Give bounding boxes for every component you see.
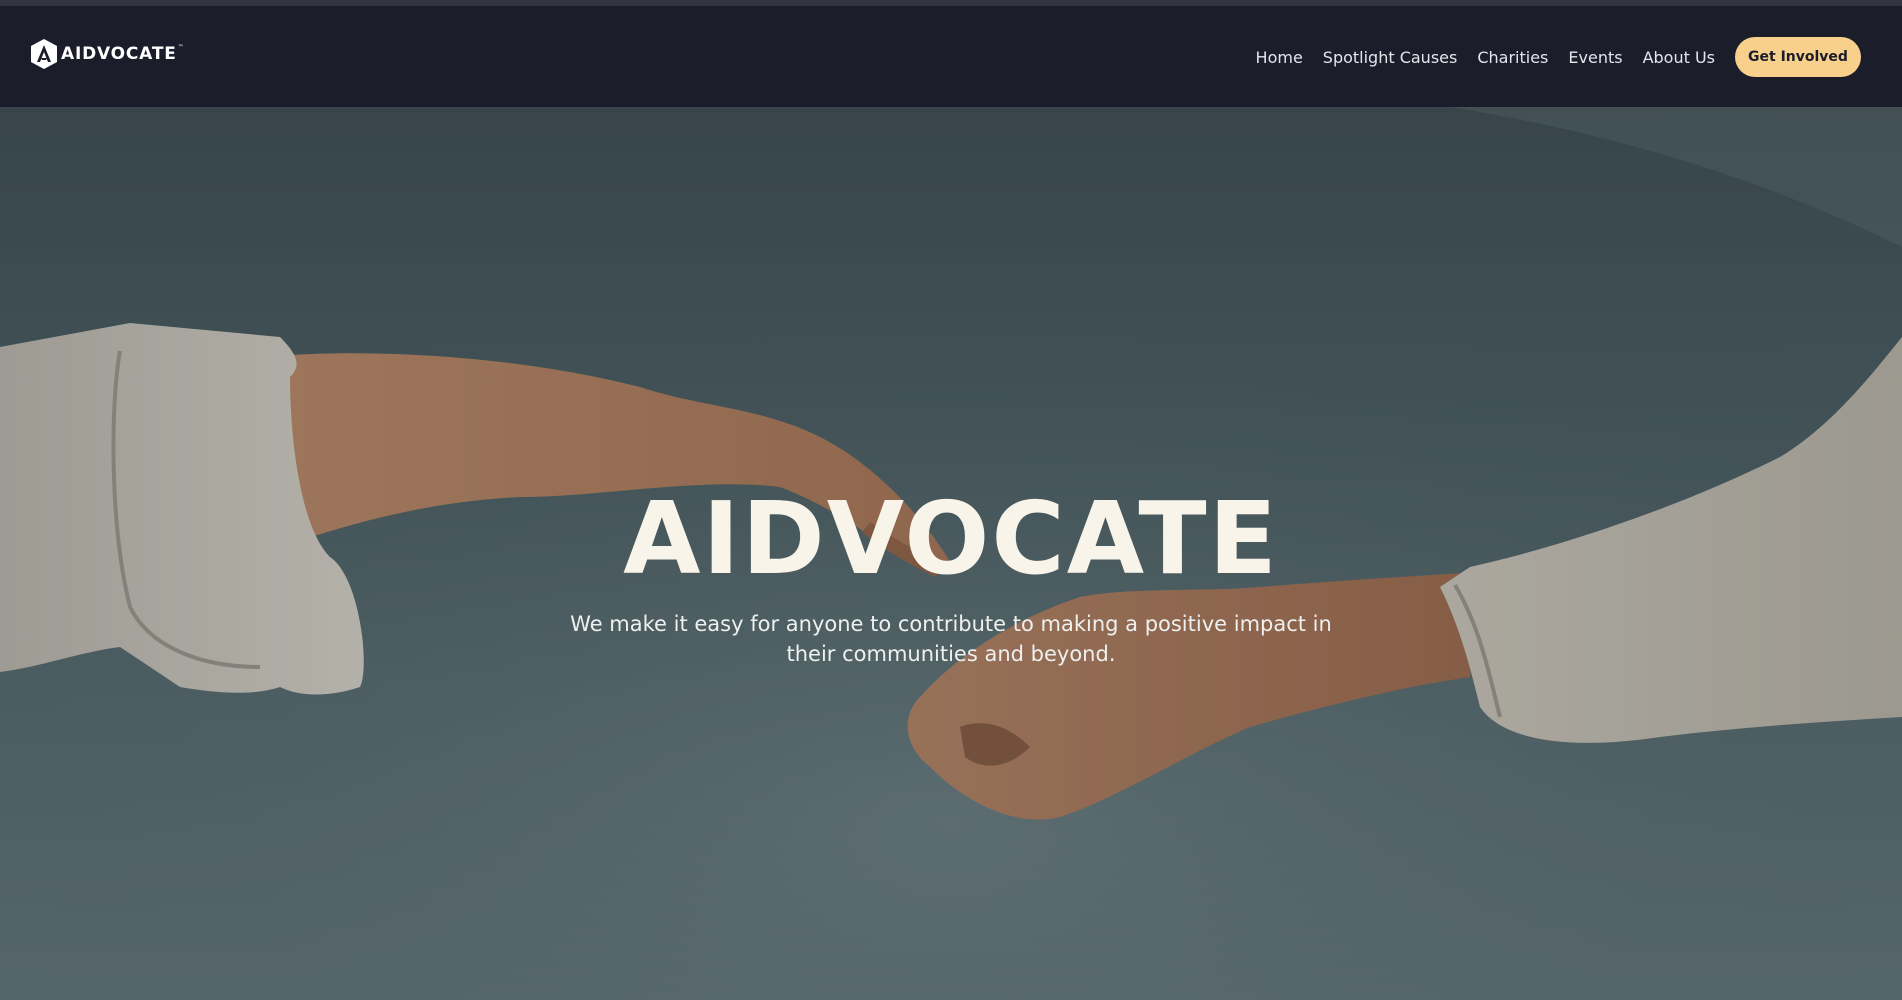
hero-subtitle: We make it easy for anyone to contribute… [570,612,1332,666]
nav-link-events[interactable]: Events [1568,48,1622,67]
nav-link-about-us[interactable]: About Us [1643,48,1715,67]
a-triangle-icon [31,39,57,69]
logo-text: AIDVOCATE [61,44,177,64]
get-involved-button[interactable]: Get Involved [1735,37,1861,77]
hero-section: AIDVOCATE We make it easy for anyone to … [0,107,1902,1000]
navbar: AIDVOCATE ™ Home Spotlight Causes Charit… [0,6,1902,107]
nav-link-charities[interactable]: Charities [1477,48,1548,67]
logo[interactable]: AIDVOCATE ™ [29,38,184,70]
nav-link-spotlight-causes[interactable]: Spotlight Causes [1323,48,1458,67]
trademark-mark: ™ [177,44,184,51]
hero-title: AIDVOCATE [623,480,1279,597]
nav-link-home[interactable]: Home [1256,48,1303,67]
main-nav: Home Spotlight Causes Charities Events A… [1256,37,1861,77]
